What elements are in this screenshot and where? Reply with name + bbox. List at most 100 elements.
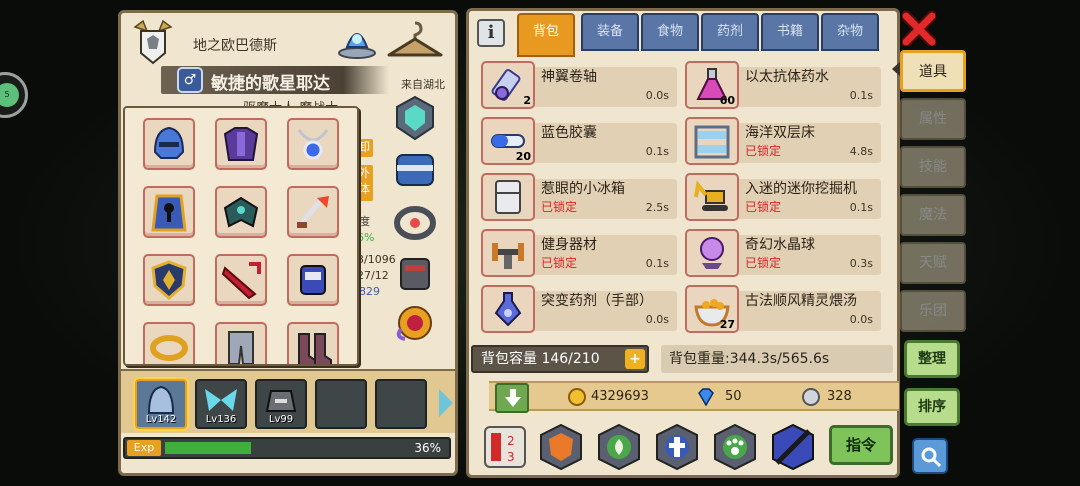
equip-slot-gloves[interactable]	[287, 254, 339, 306]
item-name: 突变药剂（手部）	[541, 293, 653, 309]
expand-capacity-button[interactable]: +	[625, 349, 645, 369]
party-slot-3[interactable]: Lv99	[255, 379, 307, 429]
equip-slot-shield[interactable]	[143, 254, 195, 306]
blue-chest-icon[interactable]	[391, 147, 439, 193]
belt-ring-icon[interactable]	[391, 199, 439, 245]
exp-bar: Exp 36%	[123, 437, 451, 459]
party-slot-4[interactable]	[315, 379, 367, 429]
tab-backpack[interactable]: 背包	[517, 13, 575, 57]
item-name: 海洋双层床	[745, 125, 815, 141]
item-weight: 0.1s	[645, 145, 669, 158]
equip-slot-weapon[interactable]	[287, 186, 339, 238]
scroll-icon	[491, 69, 521, 101]
collect-button[interactable]	[495, 383, 529, 413]
item-icon-box	[481, 229, 535, 277]
party-slot-5[interactable]	[375, 379, 427, 429]
item-name: 奇幻水晶球	[745, 237, 815, 253]
item-count: 60	[719, 94, 735, 107]
item-weight: 0.1s	[849, 89, 873, 102]
nature-class-icon[interactable]	[595, 423, 643, 471]
side-stat-1: 度	[359, 215, 370, 228]
crimson-blade-icon	[221, 262, 261, 300]
ranking-123-icon[interactable]: 23	[481, 423, 529, 471]
equip-slot-cloak[interactable]	[143, 186, 195, 238]
sort-button[interactable]: 排序	[904, 388, 960, 426]
equip-slot-helmet[interactable]	[143, 118, 195, 170]
side-tab-attributes[interactable]: 属性	[900, 98, 966, 140]
side-tab-magic[interactable]: 魔法	[900, 194, 966, 236]
inventory-panel: i 背包 装备 食物 药剂 书籍 杂物 2 神翼卷轴 0.0s 60 以太抗体药…	[466, 8, 900, 478]
tab-books[interactable]: 书籍	[761, 13, 819, 51]
item-card[interactable]: 健身器材 已锁定 0.1s	[481, 229, 677, 277]
item-card[interactable]: 27 古法顺风精灵煨汤 0.0s	[685, 285, 881, 333]
character-origin: 来自湖北	[401, 78, 445, 91]
teleport-gem-icon[interactable]	[335, 17, 379, 61]
beast-class-icon[interactable]	[711, 423, 759, 471]
item-locked: 已锁定	[541, 200, 578, 214]
item-card[interactable]: 20 蓝色胶囊 0.1s	[481, 117, 677, 165]
silver-amount: 328	[827, 389, 852, 404]
tab-misc[interactable]: 杂物	[821, 13, 879, 51]
wardrobe-hanger-icon[interactable]	[385, 17, 445, 61]
tab-equipment[interactable]: 装备	[581, 13, 639, 51]
equip-slot-boots[interactable]	[287, 322, 339, 364]
tab-potions[interactable]: 药剂	[701, 13, 759, 51]
item-card[interactable]: 海洋双层床 已锁定 4.8s	[685, 117, 881, 165]
guardian-class-icon[interactable]	[653, 423, 701, 471]
item-icon-box: 27	[685, 285, 739, 333]
party-slot-1[interactable]: Lv142	[135, 379, 187, 429]
robot-gauntlet-icon	[300, 265, 326, 295]
item-weight: 2.5s	[645, 201, 669, 214]
equipment-grid	[123, 106, 359, 366]
download-arrow-icon	[505, 389, 521, 407]
exp-percent: 36%	[414, 441, 441, 455]
party-bar: Lv142 Lv136 Lv99	[121, 369, 455, 433]
equip-slot-belt[interactable]	[143, 322, 195, 364]
gold-shield-icon	[151, 260, 187, 300]
item-card[interactable]: 入迷的迷你挖掘机 已锁定 0.1s	[685, 173, 881, 221]
side-tab-skills[interactable]: 技能	[900, 146, 966, 188]
dark-gauntlet-icon[interactable]	[391, 251, 439, 297]
purple-armor-icon	[223, 127, 259, 161]
side-stat-3: 3/1096	[357, 253, 396, 266]
staff-weapon-icon[interactable]	[769, 423, 817, 471]
item-card[interactable]: 惹眼的小冰箱 已锁定 2.5s	[481, 173, 677, 221]
ring-badge[interactable]: 5	[0, 72, 28, 118]
sapphire-necklace-icon	[297, 129, 329, 160]
gender-badge: ♂	[177, 67, 203, 93]
item-weight: 0.0s	[645, 89, 669, 102]
organize-button[interactable]: 整理	[904, 340, 960, 378]
command-button[interactable]: 指令	[829, 425, 893, 465]
equip-slot-back[interactable]	[215, 186, 267, 238]
item-icon-box	[685, 117, 739, 165]
tab-food[interactable]: 食物	[641, 13, 699, 51]
party-level-2: Lv136	[205, 414, 237, 425]
info-button[interactable]: i	[477, 19, 505, 47]
item-weight: 0.0s	[645, 313, 669, 326]
party-slot-2[interactable]: Lv136	[195, 379, 247, 429]
equip-slot-pants[interactable]	[215, 322, 267, 364]
close-icon[interactable]	[902, 10, 936, 46]
side-tab-talents[interactable]: 天赋	[900, 242, 966, 284]
equip-slot-offhand[interactable]	[215, 254, 267, 306]
crystal-shield-icon[interactable]	[391, 95, 439, 141]
equip-slot-armor[interactable]	[215, 118, 267, 170]
side-tab-items[interactable]: 道具	[900, 50, 966, 92]
search-button[interactable]	[912, 438, 948, 474]
blue-helmet-icon	[153, 126, 185, 159]
side-tab-band[interactable]: 乐团	[900, 290, 966, 332]
item-card[interactable]: 突变药剂（手部） 0.0s	[481, 285, 677, 333]
item-count: 27	[719, 318, 735, 331]
fire-amulet-icon[interactable]	[391, 299, 439, 345]
item-name: 蓝色胶囊	[541, 125, 597, 141]
item-card[interactable]: 60 以太抗体药水 0.1s	[685, 61, 881, 109]
warrior-class-icon[interactable]	[537, 423, 585, 471]
item-name: 健身器材	[541, 237, 597, 253]
rank-emblem-icon[interactable]	[131, 17, 175, 67]
gold-amount: 4329693	[591, 389, 649, 404]
character-name[interactable]: 敏捷的歌星耶达	[211, 69, 330, 94]
item-card[interactable]: 奇幻水晶球 已锁定 0.3s	[685, 229, 881, 277]
party-next-arrow-icon[interactable]	[439, 389, 453, 417]
item-card[interactable]: 2 神翼卷轴 0.0s	[481, 61, 677, 109]
equip-slot-necklace[interactable]	[287, 118, 339, 170]
